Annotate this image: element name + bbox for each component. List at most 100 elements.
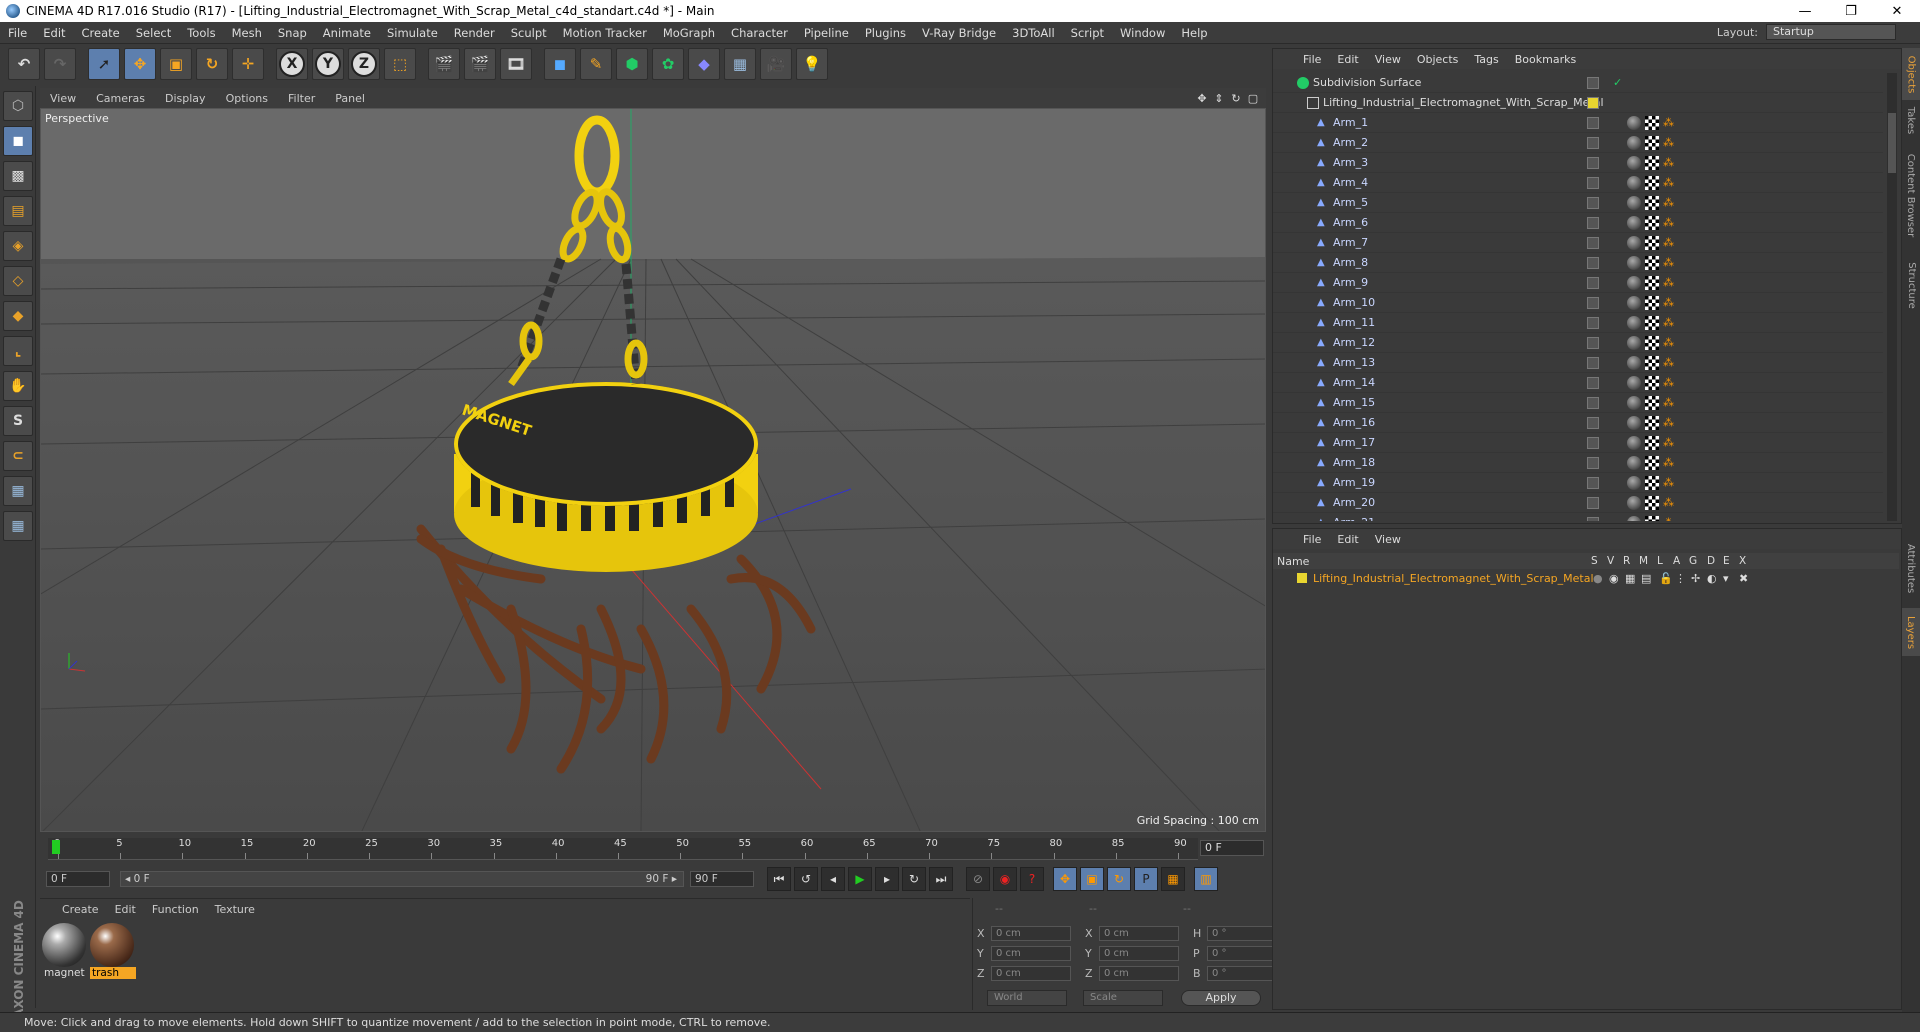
record-active-objects-icon[interactable]: ⊘	[966, 867, 990, 891]
uvw-tag-icon[interactable]	[1645, 455, 1659, 470]
tab-structure[interactable]: Structure	[1902, 250, 1920, 320]
layer-toggle[interactable]	[1587, 296, 1599, 309]
object-row-arm[interactable]: ▲ Arm_8 ⁂	[1273, 253, 1883, 273]
points-mode-icon[interactable]: ◈	[3, 231, 33, 261]
object-row-arm[interactable]: ▲ Arm_13 ⁂	[1273, 353, 1883, 373]
selection-tag-icon[interactable]: ⁂	[1663, 276, 1677, 290]
material-tag-icon[interactable]	[1627, 315, 1641, 330]
render-picture-viewer-icon[interactable]: 🎬	[464, 48, 496, 80]
size-y-field[interactable]: 0 cm	[1099, 946, 1179, 961]
uvw-tag-icon[interactable]	[1645, 115, 1659, 130]
layer-toggle[interactable]	[1587, 236, 1599, 249]
menu-select[interactable]: Select	[128, 26, 179, 40]
menu-edit[interactable]: Edit	[35, 26, 73, 40]
floor-scene-icon[interactable]: ▦	[724, 48, 756, 80]
layer-toggle[interactable]	[1587, 516, 1599, 521]
object-row-arm[interactable]: ▲ Arm_2 ⁂	[1273, 133, 1883, 153]
autokeying-icon[interactable]: ◉	[993, 867, 1017, 891]
selection-tag-icon[interactable]: ⁂	[1663, 356, 1677, 370]
material-tag-icon[interactable]	[1627, 475, 1641, 490]
selection-tag-icon[interactable]: ⁂	[1663, 256, 1677, 270]
uvw-tag-icon[interactable]	[1645, 235, 1659, 250]
tab-layers[interactable]: Layers	[1902, 608, 1920, 656]
live-selection-icon[interactable]: ➚	[88, 48, 120, 80]
object-row-arm[interactable]: ▲ Arm_21 ⁂	[1273, 513, 1883, 521]
selection-tag-icon[interactable]: ⁂	[1663, 416, 1677, 430]
tab-objects[interactable]: Objects	[1902, 48, 1920, 100]
size-mode-dropdown[interactable]: Scale	[1083, 990, 1163, 1006]
om-menu-tags[interactable]: Tags	[1466, 53, 1506, 66]
light-icon[interactable]: 💡	[796, 48, 828, 80]
object-row-arm[interactable]: ▲ Arm_5 ⁂	[1273, 193, 1883, 213]
layer-generator-icon[interactable]: ✢	[1691, 572, 1700, 585]
zoom-view-icon[interactable]: ⇕	[1212, 92, 1226, 105]
lm-menu-view[interactable]: View	[1367, 533, 1409, 546]
layer-expression-icon[interactable]: ▾	[1723, 572, 1729, 585]
pan-view-icon[interactable]: ✥	[1195, 92, 1209, 105]
scale-tool-icon[interactable]: ▣	[160, 48, 192, 80]
material-swatch-trash[interactable]: trash	[90, 923, 136, 979]
layer-toggle[interactable]	[1587, 116, 1599, 129]
object-row-arm[interactable]: ▲ Arm_1 ⁂	[1273, 113, 1883, 133]
om-menu-view[interactable]: View	[1367, 53, 1409, 66]
layer-toggle[interactable]	[1587, 416, 1599, 429]
material-tag-icon[interactable]	[1627, 435, 1641, 450]
uvw-tag-icon[interactable]	[1645, 315, 1659, 330]
coordinate-space-dropdown[interactable]: World	[987, 990, 1067, 1006]
menu-motion-tracker[interactable]: Motion Tracker	[555, 26, 655, 40]
object-row-arm[interactable]: ▲ Arm_6 ⁂	[1273, 213, 1883, 233]
uvw-tag-icon[interactable]	[1645, 295, 1659, 310]
om-menu-bookmarks[interactable]: Bookmarks	[1507, 53, 1584, 66]
material-tag-icon[interactable]	[1627, 455, 1641, 470]
viewport-menu-view[interactable]: View	[40, 92, 86, 105]
layer-toggle[interactable]	[1587, 76, 1599, 89]
material-swatch-magnet[interactable]: magnet	[42, 923, 88, 979]
selection-tag-icon[interactable]: ⁂	[1663, 376, 1677, 390]
layer-toggle[interactable]	[1587, 376, 1599, 389]
menu-mograph[interactable]: MoGraph	[655, 26, 723, 40]
polygons-mode-icon[interactable]: ◆	[3, 301, 33, 331]
keyframe-selection-icon[interactable]: ?	[1020, 867, 1044, 891]
object-row-arm[interactable]: ▲ Arm_14 ⁂	[1273, 373, 1883, 393]
layer-toggle[interactable]	[1587, 316, 1599, 329]
record-position-icon[interactable]: ✥	[1053, 867, 1077, 891]
enabled-check-icon[interactable]: ✓	[1613, 76, 1622, 89]
tab-attributes[interactable]: Attributes	[1902, 528, 1920, 608]
make-editable-icon[interactable]: ⬡	[3, 91, 33, 121]
material-tag-icon[interactable]	[1627, 195, 1641, 210]
material-menu-texture[interactable]: Texture	[207, 903, 263, 916]
workplane-lock-icon[interactable]: ▦	[3, 476, 33, 506]
deformer-icon[interactable]: ◆	[688, 48, 720, 80]
layer-color-swatch[interactable]	[1297, 573, 1307, 583]
timeline-playhead[interactable]	[52, 840, 60, 854]
selection-tag-icon[interactable]: ⁂	[1663, 216, 1677, 230]
uvw-tag-icon[interactable]	[1645, 135, 1659, 150]
frame-range-slider[interactable]: ◂ 0 F 90 F ▸	[120, 871, 684, 887]
layer-xref-icon[interactable]: ✖	[1739, 572, 1748, 585]
transform-tool-icon[interactable]: ✛	[232, 48, 264, 80]
viewport-menu-filter[interactable]: Filter	[278, 92, 325, 105]
rotate-view-icon[interactable]: ↻	[1229, 92, 1243, 105]
uvw-tag-icon[interactable]	[1645, 375, 1659, 390]
menu-sculpt[interactable]: Sculpt	[503, 26, 555, 40]
om-menu-edit[interactable]: Edit	[1329, 53, 1366, 66]
uvw-tag-icon[interactable]	[1645, 515, 1659, 521]
selection-tag-icon[interactable]: ⁂	[1663, 476, 1677, 490]
end-frame-field[interactable]: 90 F	[690, 871, 754, 887]
uvw-tag-icon[interactable]	[1645, 395, 1659, 410]
object-row-arm[interactable]: ▲ Arm_15 ⁂	[1273, 393, 1883, 413]
menu-tools[interactable]: Tools	[179, 26, 223, 40]
selection-tag-icon[interactable]: ⁂	[1663, 316, 1677, 330]
om-menu-file[interactable]: File	[1295, 53, 1329, 66]
object-row-arm[interactable]: ▲ Arm_3 ⁂	[1273, 153, 1883, 173]
material-menu-function[interactable]: Function	[144, 903, 207, 916]
close-button[interactable]: ✕	[1874, 0, 1920, 22]
axis-mode-icon[interactable]: ⌞	[3, 336, 33, 366]
object-row-arm[interactable]: ▲ Arm_12 ⁂	[1273, 333, 1883, 353]
workplane-mode-icon[interactable]: ▤	[3, 196, 33, 226]
y-axis-lock-icon[interactable]: Y	[312, 48, 344, 80]
selection-tag-icon[interactable]: ⁂	[1663, 196, 1677, 210]
object-row-arm[interactable]: ▲ Arm_16 ⁂	[1273, 413, 1883, 433]
coordinate-system-icon[interactable]: ⬚	[384, 48, 416, 80]
material-tag-icon[interactable]	[1627, 515, 1641, 521]
